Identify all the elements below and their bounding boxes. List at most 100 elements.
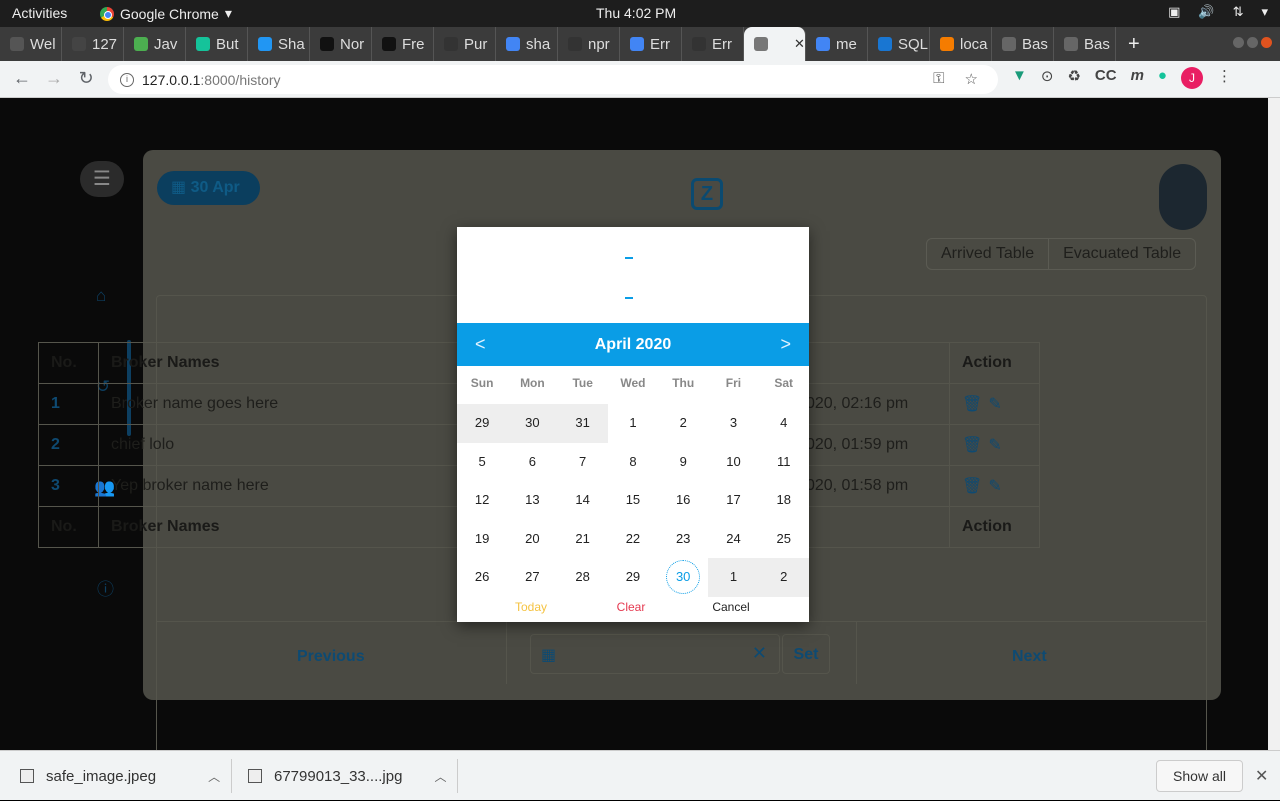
day-cell[interactable]: 29 [457, 404, 508, 443]
info-icon[interactable]: i [120, 72, 134, 87]
day-cell[interactable]: 29 [608, 558, 658, 597]
day-cell[interactable]: 26 [457, 558, 507, 597]
evacuated-table-button[interactable]: Evacuated Table [1049, 239, 1195, 269]
day-cell[interactable]: 18 [759, 481, 809, 520]
hamburger-menu-button[interactable]: ☰ [80, 161, 124, 197]
browser-tab[interactable]: Err [682, 27, 744, 61]
row-number[interactable]: 2 [38, 424, 99, 466]
browser-tab[interactable]: SQL [868, 27, 930, 61]
trash-icon[interactable]: 🗑 [962, 478, 988, 495]
day-cell[interactable]: 1 [608, 404, 658, 443]
power-menu-icon[interactable]: ▾ [1261, 4, 1268, 20]
day-cell[interactable]: 27 [507, 558, 557, 597]
edit-icon[interactable]: ✎ [988, 396, 1007, 413]
chevron-up-icon[interactable]: ︿ [208, 768, 220, 785]
chevron-left-icon[interactable]: < [475, 323, 486, 366]
arrived-table-button[interactable]: Arrived Table [927, 239, 1050, 269]
back-arrow-icon[interactable]: ← [6, 68, 38, 89]
app-menu[interactable]: Google Chrome ▾ [100, 5, 232, 22]
download-item[interactable]: 67799013_33....jpg ︿ [228, 751, 446, 801]
day-cell[interactable]: 25 [759, 520, 809, 559]
clear-date-icon[interactable]: ✕ [752, 643, 767, 664]
edit-icon[interactable]: ✎ [988, 478, 1007, 495]
show-all-button[interactable]: Show all [1156, 760, 1243, 792]
recycle-icon[interactable]: ♻ [1067, 67, 1080, 89]
month-title[interactable]: April 2020 [595, 336, 671, 353]
browser-tab[interactable]: Pur [434, 27, 496, 61]
previous-button[interactable]: Previous [297, 648, 365, 666]
volume-icon[interactable]: 🔊 [1198, 4, 1214, 20]
browser-tab[interactable]: But [186, 27, 248, 61]
close-icon[interactable]: ✕ [1255, 766, 1268, 786]
date-filter-pill[interactable]: ▦ 30 Apr [157, 171, 260, 205]
vue-devtools-icon[interactable]: ▼ [1012, 67, 1027, 89]
chevron-up-icon[interactable]: ︿ [434, 768, 446, 785]
day-cell[interactable]: 19 [457, 520, 507, 559]
browser-tab[interactable]: Nor [310, 27, 372, 61]
year-placeholder[interactable] [625, 257, 633, 259]
browser-tab[interactable]: Bas [992, 27, 1054, 61]
clear-button[interactable]: Clear [581, 600, 681, 614]
date-input[interactable]: ▦ ✕ [530, 634, 780, 674]
new-tab-button[interactable]: + [1116, 33, 1152, 56]
browser-tab[interactable]: me [806, 27, 868, 61]
screenshot-icon[interactable]: ▣ [1168, 4, 1180, 20]
star-icon[interactable]: ☆ [965, 70, 978, 88]
day-cell[interactable]: 11 [759, 443, 809, 482]
activities-button[interactable]: Activities [12, 5, 67, 21]
day-cell[interactable]: 23 [658, 520, 708, 559]
info-circle-icon[interactable]: ⓘ [97, 575, 114, 600]
edit-icon[interactable]: ✎ [988, 437, 1007, 454]
day-cell[interactable]: 3 [708, 404, 758, 443]
day-cell[interactable]: 9 [658, 443, 708, 482]
trash-icon[interactable]: 🗑 [962, 396, 988, 413]
close-window-button[interactable] [1261, 37, 1272, 48]
day-cell[interactable]: 24 [708, 520, 758, 559]
row-number[interactable]: 1 [38, 383, 99, 425]
chevron-right-icon[interactable]: > [780, 323, 791, 366]
browser-tab[interactable]: Wel [0, 27, 62, 61]
home-icon[interactable]: ⌂ [96, 286, 106, 306]
day-cell[interactable]: 15 [608, 481, 658, 520]
day-cell[interactable]: 30 [507, 404, 558, 443]
day-cell[interactable]: 10 [708, 443, 758, 482]
cancel-button[interactable]: Cancel [681, 600, 781, 614]
day-cell[interactable]: 12 [457, 481, 507, 520]
day-cell[interactable]: 20 [507, 520, 557, 559]
browser-tab[interactable]: Sha [248, 27, 310, 61]
network-icon[interactable]: ⇅ [1233, 4, 1244, 20]
day-cell[interactable]: 5 [457, 443, 507, 482]
key-icon[interactable]: ⚿ [933, 70, 944, 88]
day-cell[interactable]: 1 [708, 558, 759, 597]
browser-tab[interactable]: Bas [1054, 27, 1116, 61]
next-button[interactable]: Next [1012, 648, 1047, 666]
day-cell[interactable]: 2 [758, 558, 809, 597]
day-cell[interactable]: 17 [708, 481, 758, 520]
day-cell[interactable]: 14 [558, 481, 608, 520]
profile-avatar[interactable]: J [1180, 67, 1203, 89]
address-bar[interactable]: i 127.0.0.1:8000/history ⚿ ☆ [108, 65, 998, 94]
close-tab-icon[interactable]: ✕ [794, 36, 805, 52]
day-cell[interactable]: 6 [507, 443, 557, 482]
browser-tab[interactable]: Err [620, 27, 682, 61]
day-cell[interactable]: 16 [658, 481, 708, 520]
menu-kebab-icon[interactable]: ⋮ [1217, 67, 1232, 89]
day-cell[interactable]: 31 [557, 404, 608, 443]
trash-icon[interactable]: 🗑 [962, 437, 988, 454]
day-cell[interactable]: 21 [558, 520, 608, 559]
row-number[interactable]: 3 [38, 465, 99, 507]
browser-tab[interactable]: ✕ [744, 27, 806, 61]
day-cell[interactable]: 28 [558, 558, 608, 597]
browser-tab[interactable]: sha [496, 27, 558, 61]
day-cell[interactable]: 7 [558, 443, 608, 482]
browser-tab[interactable]: Jav [124, 27, 186, 61]
system-tray[interactable]: ▣ 🔊 ⇅ ▾ [1168, 4, 1268, 20]
browser-tab[interactable]: Fre [372, 27, 434, 61]
day-cell[interactable]: 8 [608, 443, 658, 482]
forward-arrow-icon[interactable]: → [38, 68, 70, 89]
grammarly-icon[interactable]: ● [1158, 67, 1167, 89]
set-button[interactable]: Set [782, 634, 830, 674]
day-cell[interactable]: 13 [507, 481, 557, 520]
browser-tab[interactable]: npr [558, 27, 620, 61]
day-cell[interactable]: 2 [658, 404, 708, 443]
